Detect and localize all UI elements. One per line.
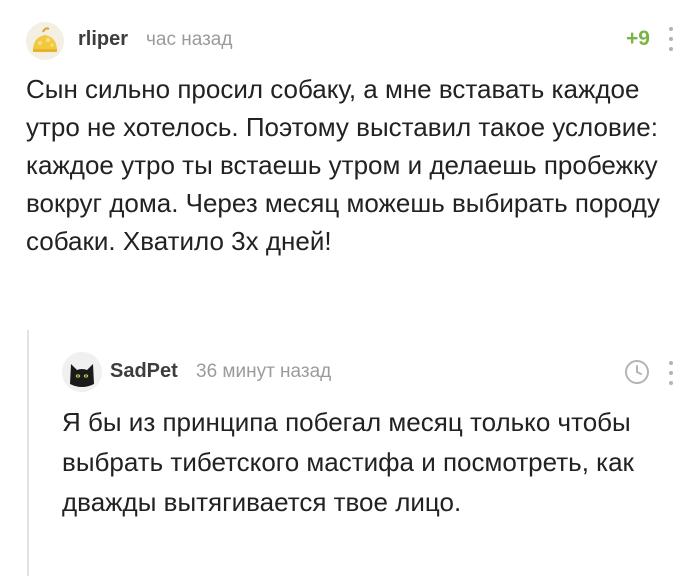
yellow-cap-avatar-icon xyxy=(26,22,64,60)
clock-icon[interactable] xyxy=(624,359,650,385)
avatar[interactable] xyxy=(26,22,64,60)
comment-rating: +9 xyxy=(626,27,650,50)
reply-avatar[interactable] xyxy=(62,352,102,392)
comment-header: rliper час назад +9 xyxy=(26,22,674,60)
reply-author-name[interactable]: SadPet xyxy=(110,360,178,383)
comment-text: Сын сильно просил собаку, а мне вставать… xyxy=(26,74,660,256)
comment: rliper час назад +9 Сын сильно просил со… xyxy=(0,0,700,576)
thread-line[interactable] xyxy=(27,330,29,576)
more-options-icon[interactable] xyxy=(668,26,674,52)
author-name[interactable]: rliper xyxy=(78,28,128,51)
black-cat-avatar-icon xyxy=(62,352,102,392)
reply-time: 36 минут назад xyxy=(196,361,332,382)
reply-more-options-icon[interactable] xyxy=(668,360,674,386)
comment-time: час назад xyxy=(146,29,233,50)
reply-header: SadPet 36 минут назад xyxy=(62,352,674,394)
reply-text: Я бы из принципа побегал месяц только чт… xyxy=(62,407,634,517)
